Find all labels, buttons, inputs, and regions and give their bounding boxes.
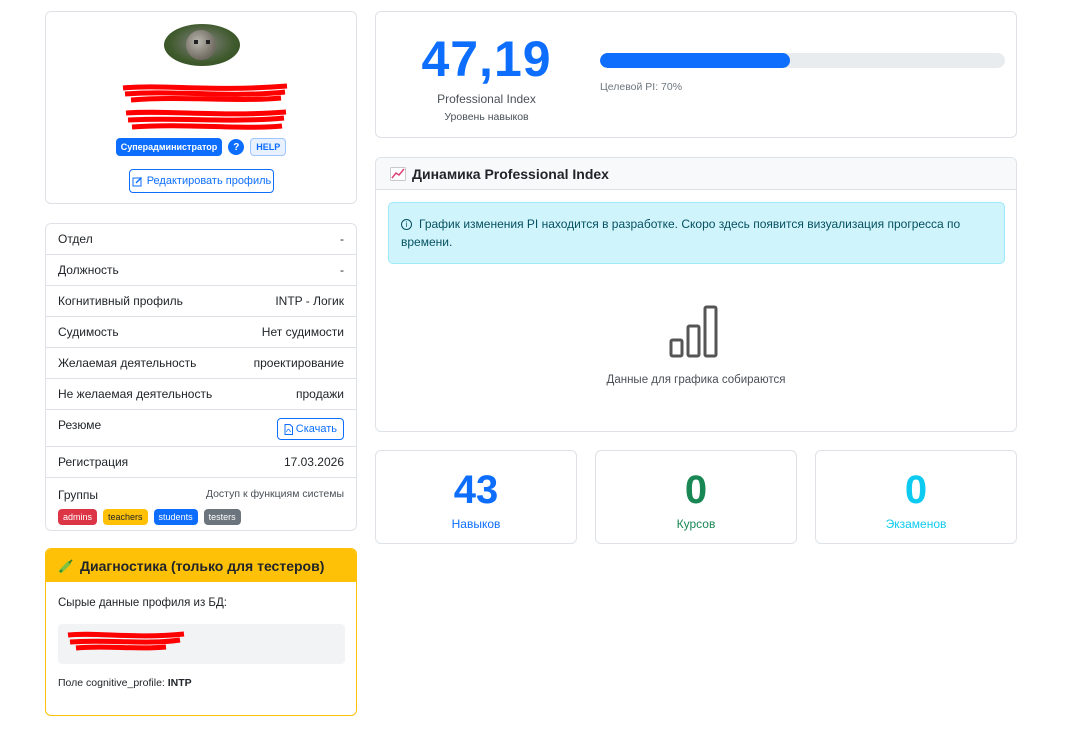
- chart-empty-text: Данные для графика собираются: [606, 374, 786, 386]
- info-label: Резюме: [58, 418, 102, 432]
- info-row-cognitive-profile: Когнитивный профиль INTP - Логик: [46, 286, 356, 317]
- info-row-registration: Регистрация 17.03.2026: [46, 447, 356, 478]
- group-tag-students: students: [153, 509, 198, 525]
- pi-label: Professional Index: [437, 92, 536, 106]
- courses-count: 0: [684, 468, 708, 512]
- question-icon[interactable]: ?: [228, 139, 245, 155]
- edit-profile-button[interactable]: Редактировать профиль: [129, 169, 274, 193]
- group-tag-testers: testers: [203, 509, 241, 525]
- redacted-email: [125, 109, 287, 130]
- info-row-criminal-record: Судимость Нет судимости: [46, 317, 356, 348]
- diagnostics-card: Диагностика (только для тестеров) Сырые …: [45, 548, 357, 716]
- diagnostics-title: Диагностика (только для тестеров): [80, 557, 325, 574]
- info-row-undesired-activity: Не желаемая деятельность продажи: [46, 379, 356, 410]
- profile-info-card: Отдел - Должность - Когнитивный профиль …: [45, 223, 357, 531]
- edit-profile-label: Редактировать профиль: [146, 175, 272, 187]
- info-value: Нет судимости: [261, 325, 344, 339]
- info-value: 17.03.2026: [283, 455, 344, 469]
- file-pdf-icon: [284, 423, 293, 435]
- pi-dynamics-card: Динамика Professional Index i График изме…: [375, 157, 1017, 432]
- field-value: INTP: [167, 677, 192, 689]
- info-value: продажи: [296, 387, 344, 401]
- download-resume-button[interactable]: Скачать: [276, 418, 344, 440]
- info-row-resume: Резюме Скачать: [46, 410, 356, 447]
- group-tags: admins teachers students testers: [58, 509, 344, 525]
- field-prefix: Поле cognitive_profile:: [58, 677, 168, 689]
- skills-label: Навыков: [451, 517, 501, 531]
- pi-progress-bar: [600, 53, 1005, 68]
- info-icon: i: [401, 219, 412, 230]
- exams-count: 0: [904, 468, 928, 512]
- info-value: INTP - Логик: [275, 294, 344, 308]
- info-label: Желаемая деятельность: [58, 356, 197, 370]
- avatar: [164, 24, 240, 66]
- redacted-name: [122, 83, 288, 103]
- exams-label: Экзаменов: [885, 517, 947, 531]
- info-label: Должность: [58, 263, 119, 277]
- diagnostics-header: Диагностика (только для тестеров): [46, 549, 356, 582]
- skills-stat-card: 43 Навыков: [375, 450, 577, 544]
- info-row-department: Отдел -: [46, 224, 356, 255]
- pi-progress-fill: [600, 53, 791, 68]
- profile-card: Суперадминистратор ? HELP Редактировать …: [45, 11, 357, 204]
- skills-count: 43: [453, 468, 499, 512]
- cognitive-profile-field: Поле cognitive_profile: INTP: [58, 677, 192, 689]
- redacted-raw-data: [67, 631, 185, 651]
- help-button[interactable]: HELP: [250, 138, 287, 156]
- role-badges: Суперадминистратор ? HELP: [46, 138, 356, 156]
- edit-icon: [132, 176, 142, 186]
- raw-data-box: [58, 624, 345, 664]
- chart-increasing-icon: [390, 166, 406, 181]
- info-label: Отдел: [58, 232, 93, 246]
- role-badge: Суперадминистратор: [115, 138, 223, 156]
- info-label: Не желаемая деятельность: [58, 387, 213, 401]
- pi-value: 47,19: [421, 31, 552, 87]
- group-tag-admins: admins: [58, 509, 98, 525]
- info-row-position: Должность -: [46, 255, 356, 286]
- info-value: -: [340, 232, 344, 246]
- info-value: проектирование: [253, 356, 344, 370]
- info-label: Судимость: [58, 325, 119, 339]
- bar-chart-icon: [669, 305, 718, 358]
- pi-dynamics-title: Динамика Professional Index: [412, 165, 609, 182]
- info-row-desired-activity: Желаемая деятельность проектирование: [46, 348, 356, 379]
- exams-stat-card: 0 Экзаменов: [815, 450, 1017, 544]
- courses-stat-card: 0 Курсов: [595, 450, 797, 544]
- courses-label: Курсов: [676, 517, 716, 531]
- raw-data-label: Сырые данные профиля из БД:: [58, 597, 227, 609]
- info-alert-text: График изменения PI находится в разработ…: [401, 217, 961, 249]
- groups-note: Доступ к функциям системы: [205, 488, 344, 500]
- info-label: Когнитивный профиль: [58, 294, 183, 308]
- group-tag-teachers: teachers: [103, 509, 148, 525]
- groups-section: Группы Доступ к функциям системы admins …: [46, 478, 356, 525]
- pi-dynamics-header: Динамика Professional Index: [376, 158, 1016, 190]
- target-pi: Целевой PI: 70%: [600, 81, 683, 93]
- info-value: -: [340, 263, 344, 277]
- info-alert: i График изменения PI находится в разрабо…: [388, 202, 1005, 264]
- groups-label: Группы: [58, 488, 98, 502]
- syringe-icon: [59, 558, 73, 573]
- professional-index-card: 47,19 Professional Index Уровень навыков…: [375, 11, 1017, 138]
- download-label: Скачать: [295, 423, 337, 435]
- pi-sublabel: Уровень навыков: [444, 111, 529, 123]
- info-label: Регистрация: [58, 455, 129, 469]
